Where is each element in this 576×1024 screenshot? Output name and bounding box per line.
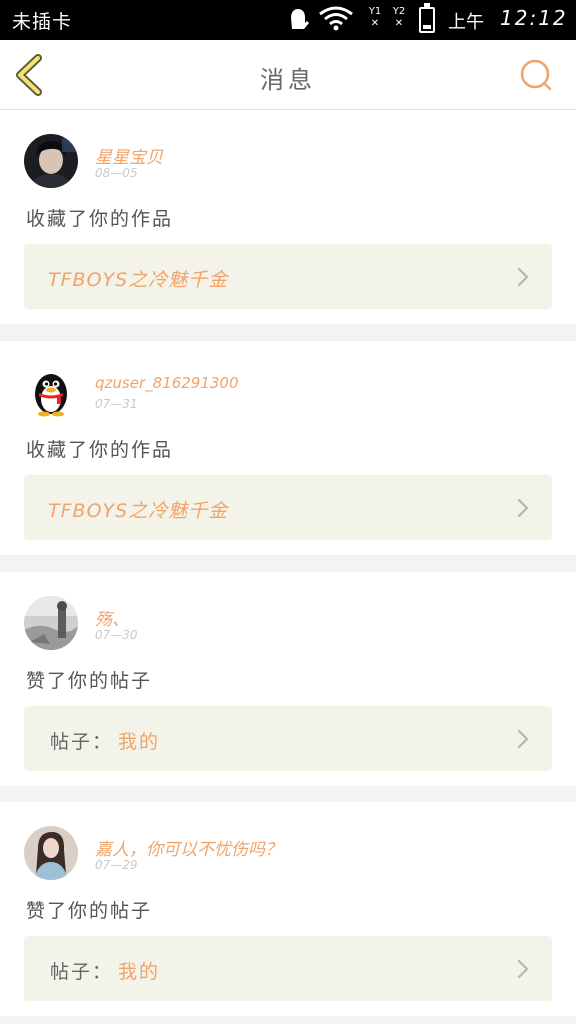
work-title: TFBOYS之冷魅千金 xyxy=(48,269,229,291)
post-label: 帖子： xyxy=(50,961,114,983)
chevron-right-icon xyxy=(517,498,529,518)
message-date: 07—29 xyxy=(95,858,138,872)
message-card: 星星宝贝 08—05 收藏了你的作品 TFBOYS之冷魅千金 xyxy=(0,110,576,324)
clock-time: 12:12 xyxy=(500,6,568,30)
chevron-right-icon xyxy=(517,959,529,979)
user-name[interactable]: 嘉人，你可以不忧伤吗？ xyxy=(95,835,282,860)
wifi-icon xyxy=(319,6,353,31)
work-link[interactable]: TFBOYS之冷魅千金 xyxy=(24,244,552,309)
avatar[interactable] xyxy=(24,134,78,188)
chevron-right-icon xyxy=(517,267,529,287)
avatar[interactable] xyxy=(24,826,78,880)
message-action: 收藏了你的作品 xyxy=(26,208,174,230)
header-bar: 消息 xyxy=(0,40,576,110)
status-bar: 未插卡 Y1 ✕ Y2 ✕ 上午 12:12 xyxy=(0,0,576,40)
post-title: 我的 xyxy=(118,961,161,983)
glove-mode-icon xyxy=(291,9,309,29)
work-title: TFBOYS之冷魅千金 xyxy=(48,500,229,522)
post-title: 我的 xyxy=(118,731,161,753)
work-link[interactable]: TFBOYS之冷魅千金 xyxy=(24,475,552,540)
search-icon[interactable] xyxy=(518,58,554,94)
user-name[interactable]: 星星宝贝 xyxy=(95,143,163,168)
sim1-no-signal-icon: Y1 ✕ xyxy=(368,6,382,29)
ampm-text: 上午 xyxy=(448,12,484,33)
battery-icon xyxy=(419,3,435,33)
avatar[interactable] xyxy=(24,596,78,650)
post-link[interactable]: 帖子： 我的 xyxy=(24,936,552,1001)
user-photo-icon xyxy=(24,826,78,880)
chevron-right-icon xyxy=(517,729,529,749)
user-name[interactable]: 殇、 xyxy=(95,605,129,630)
message-date: 07—30 xyxy=(95,628,138,642)
message-action: 赞了你的帖子 xyxy=(26,670,153,692)
message-action: 赞了你的帖子 xyxy=(26,900,153,922)
post-link[interactable]: 帖子： 我的 xyxy=(24,706,552,771)
message-card: 嘉人，你可以不忧伤吗？ 07—29 赞了你的帖子 帖子： 我的 xyxy=(0,802,576,1016)
user-photo-icon xyxy=(24,134,78,188)
message-card: 殇、 07—30 赞了你的帖子 帖子： 我的 xyxy=(0,572,576,786)
carrier-text: 未插卡 xyxy=(12,11,73,33)
message-date: 08—05 xyxy=(95,166,138,180)
page-title: 消息 xyxy=(260,66,316,94)
user-name[interactable]: qzuser_816291300 xyxy=(95,374,239,392)
user-photo-icon xyxy=(24,596,78,650)
message-date: 07—31 xyxy=(95,397,138,411)
penguin-icon xyxy=(35,374,67,417)
avatar[interactable] xyxy=(24,365,78,419)
message-card: qzuser_816291300 07—31 收藏了你的作品 TFBOYS之冷魅… xyxy=(0,341,576,555)
message-action: 收藏了你的作品 xyxy=(26,439,174,461)
post-label: 帖子： xyxy=(50,731,114,753)
sim2-no-signal-icon: Y2 ✕ xyxy=(392,6,406,29)
